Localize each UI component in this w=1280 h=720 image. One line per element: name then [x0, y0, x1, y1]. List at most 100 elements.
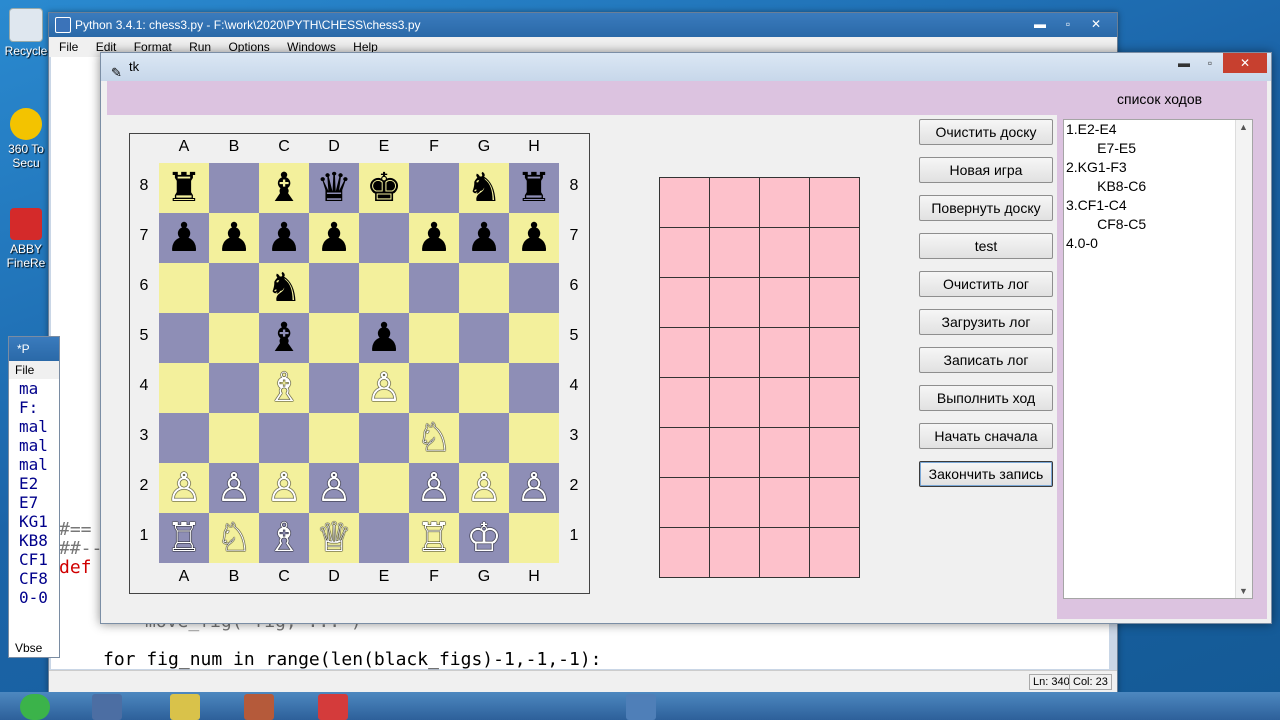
square-b5[interactable] [209, 313, 259, 363]
square-a3[interactable] [159, 413, 209, 463]
square-c3[interactable] [259, 413, 309, 463]
chess-piece-icon[interactable]: ♟ [516, 213, 552, 263]
pink-cell[interactable] [809, 227, 860, 278]
pink-cell[interactable] [659, 427, 710, 478]
taskbar-app-2-icon[interactable] [92, 694, 122, 720]
move-list-item[interactable]: 3.CF1-C4 [1064, 196, 1252, 215]
square-h5[interactable] [509, 313, 559, 363]
pink-cell[interactable] [709, 177, 760, 228]
taskbar-app-5-icon[interactable] [318, 694, 348, 720]
tk-close-button[interactable]: ✕ [1223, 53, 1267, 73]
chess-piece-icon[interactable]: ♙ [416, 463, 452, 513]
chess-piece-icon[interactable]: ♙ [366, 363, 402, 413]
scroll-up-icon[interactable]: ▲ [1239, 122, 1248, 132]
chess-piece-icon[interactable]: ♙ [266, 463, 302, 513]
shell-title-bar[interactable]: *P [9, 337, 59, 361]
control-button-9[interactable]: Начать сначала [919, 423, 1053, 449]
pink-cell[interactable] [659, 327, 710, 378]
moves-scrollbar[interactable]: ▲ ▼ [1235, 120, 1252, 598]
recycle-bin-icon[interactable]: Recycle [4, 8, 48, 58]
square-f5[interactable] [409, 313, 459, 363]
square-g8[interactable]: ♞ [459, 163, 509, 213]
chess-piece-icon[interactable]: ♟ [316, 213, 352, 263]
control-button-10[interactable]: Закончить запись [919, 461, 1053, 487]
pink-cell[interactable] [759, 377, 810, 428]
square-f7[interactable]: ♟ [409, 213, 459, 263]
chess-piece-icon[interactable]: ♟ [266, 213, 302, 263]
pink-cell[interactable] [709, 377, 760, 428]
square-e2[interactable] [359, 463, 409, 513]
square-d3[interactable] [309, 413, 359, 463]
square-e3[interactable] [359, 413, 409, 463]
square-e1[interactable] [359, 513, 409, 563]
pink-cell[interactable] [659, 377, 710, 428]
square-c8[interactable]: ♝ [259, 163, 309, 213]
scroll-down-icon[interactable]: ▼ [1239, 586, 1248, 596]
control-button-2[interactable]: Новая игра [919, 157, 1053, 183]
idle-minimize-button[interactable]: ▬ [1027, 15, 1053, 33]
square-d4[interactable] [309, 363, 359, 413]
square-h3[interactable] [509, 413, 559, 463]
control-button-1[interactable]: Очистить доску [919, 119, 1053, 145]
pink-cell[interactable] [809, 477, 860, 528]
chess-piece-icon[interactable]: ♘ [416, 413, 452, 463]
chess-piece-icon[interactable]: ♙ [516, 463, 552, 513]
move-list-item[interactable]: 4.0-0 [1064, 234, 1252, 253]
square-h1[interactable] [509, 513, 559, 563]
square-c4[interactable]: ♗ [259, 363, 309, 413]
chess-piece-icon[interactable]: ♟ [416, 213, 452, 263]
pink-cell[interactable] [759, 177, 810, 228]
square-f8[interactable] [409, 163, 459, 213]
pink-cell[interactable] [709, 427, 760, 478]
chess-piece-icon[interactable]: ♟ [166, 213, 202, 263]
square-h8[interactable]: ♜ [509, 163, 559, 213]
chess-piece-icon[interactable]: ♙ [216, 463, 252, 513]
square-f4[interactable] [409, 363, 459, 413]
square-g1[interactable]: ♔ [459, 513, 509, 563]
chess-piece-icon[interactable]: ♔ [466, 513, 502, 563]
tk-maximize-button[interactable]: ▫ [1197, 53, 1223, 73]
square-e5[interactable]: ♟ [359, 313, 409, 363]
pink-cell[interactable] [759, 277, 810, 328]
square-a1[interactable]: ♖ [159, 513, 209, 563]
pink-cell[interactable] [659, 177, 710, 228]
chess-piece-icon[interactable]: ♞ [266, 263, 302, 313]
control-button-8[interactable]: Выполнить ход [919, 385, 1053, 411]
square-a6[interactable] [159, 263, 209, 313]
square-b7[interactable]: ♟ [209, 213, 259, 263]
chess-piece-icon[interactable]: ♟ [366, 313, 402, 363]
idle-title-bar[interactable]: Python 3.4.1: chess3.py - F:\work\2020\P… [49, 13, 1117, 37]
pink-cell[interactable] [709, 227, 760, 278]
pink-cell[interactable] [809, 277, 860, 328]
pink-cell[interactable] [809, 377, 860, 428]
square-d8[interactable]: ♛ [309, 163, 359, 213]
square-a4[interactable] [159, 363, 209, 413]
chess-piece-icon[interactable]: ♜ [516, 163, 552, 213]
square-b3[interactable] [209, 413, 259, 463]
square-f2[interactable]: ♙ [409, 463, 459, 513]
square-c2[interactable]: ♙ [259, 463, 309, 513]
tk-title-bar[interactable]: ✎ tk ▬ ▫ ✕ [101, 53, 1271, 81]
pink-cell[interactable] [659, 477, 710, 528]
control-button-5[interactable]: Очистить лог [919, 271, 1053, 297]
pink-cell[interactable] [659, 227, 710, 278]
taskbar-app-4-icon[interactable] [244, 694, 274, 720]
chess-piece-icon[interactable]: ♜ [166, 163, 202, 213]
square-a8[interactable]: ♜ [159, 163, 209, 213]
square-h4[interactable] [509, 363, 559, 413]
control-button-4[interactable]: test [919, 233, 1053, 259]
chess-piece-icon[interactable]: ♙ [466, 463, 502, 513]
chess-piece-icon[interactable]: ♖ [416, 513, 452, 563]
pink-cell[interactable] [709, 477, 760, 528]
square-a5[interactable] [159, 313, 209, 363]
pink-cell[interactable] [759, 327, 810, 378]
chess-piece-icon[interactable]: ♝ [266, 313, 302, 363]
square-g5[interactable] [459, 313, 509, 363]
pink-cell[interactable] [709, 527, 760, 578]
square-e6[interactable] [359, 263, 409, 313]
pink-cell[interactable] [659, 277, 710, 328]
idle-close-button[interactable]: ✕ [1083, 15, 1109, 33]
360-security-icon[interactable]: 360 To Secu [4, 108, 48, 170]
square-b1[interactable]: ♘ [209, 513, 259, 563]
chess-piece-icon[interactable]: ♗ [266, 513, 302, 563]
